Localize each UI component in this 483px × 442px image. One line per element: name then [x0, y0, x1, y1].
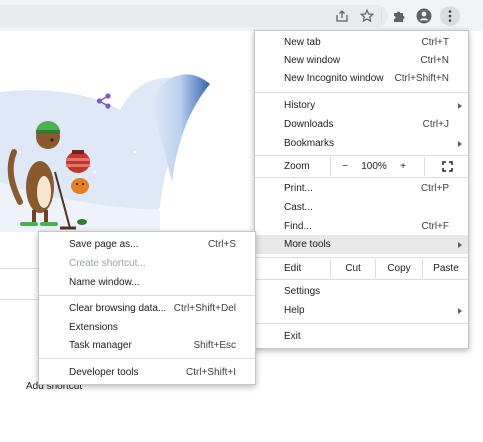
submenu-arrow-icon [458, 241, 462, 248]
share-icon[interactable] [332, 6, 352, 26]
menu-item-label: Print... [284, 183, 313, 194]
menu-item-label: Exit [284, 331, 301, 342]
menu-separator [255, 155, 468, 156]
kebab-menu-icon[interactable] [440, 6, 460, 26]
menu-separator [255, 279, 468, 280]
menu-item-shortcut: Ctrl+P [420, 183, 449, 194]
submenu-item-task-manager[interactable]: Task manager Shift+Esc [39, 336, 255, 355]
menu-item-bookmarks[interactable]: Bookmarks [255, 134, 468, 153]
menu-item-downloads[interactable]: Downloads Ctrl+J [255, 115, 468, 134]
menu-item-shortcut: Ctrl+Shift+I [185, 367, 236, 378]
browser-toolbar [0, 0, 483, 31]
chrome-main-menu: New tab Ctrl+T New window Ctrl+N New Inc… [254, 30, 469, 349]
menu-separator [255, 177, 468, 178]
menu-item-print[interactable]: Print... Ctrl+P [255, 179, 468, 198]
menu-item-shortcut: Ctrl+J [422, 119, 449, 130]
menu-item-label: Clear browsing data... [69, 303, 167, 314]
menu-separator [39, 295, 255, 296]
menu-item-shortcut: Ctrl+T [421, 37, 450, 48]
menu-item-label: Developer tools [69, 367, 139, 378]
menu-item-label: Downloads [284, 119, 334, 130]
menu-row-zoom: Zoom − 100% + [255, 157, 468, 176]
profile-icon[interactable] [414, 6, 434, 26]
menu-item-label: Task manager [69, 340, 132, 351]
zoom-label: Zoom [284, 161, 310, 172]
menu-separator [255, 257, 468, 258]
menu-item-shortcut: Ctrl+Shift+N [394, 73, 449, 84]
menu-item-shortcut: Ctrl+F [421, 221, 450, 232]
submenu-item-extensions[interactable]: Extensions [39, 318, 255, 337]
menu-item-label: Name window... [69, 277, 140, 288]
menu-item-shortcut: Ctrl+S [207, 239, 236, 250]
menu-item-label: Help [284, 305, 305, 316]
menu-item-label: Cast... [284, 202, 313, 213]
submenu-item-name-window[interactable]: Name window... [39, 273, 255, 292]
menu-separator [255, 323, 468, 324]
submenu-item-clear-browsing-data[interactable]: Clear browsing data... Ctrl+Shift+Del [39, 299, 255, 318]
menu-item-new-incognito-window[interactable]: New Incognito window Ctrl+Shift+N [255, 69, 468, 88]
menu-item-shortcut: Shift+Esc [193, 340, 236, 351]
paste-button[interactable]: Paste [423, 259, 469, 278]
menu-item-exit[interactable]: Exit [255, 327, 468, 346]
zoom-level: 100% [361, 161, 387, 172]
menu-separator [39, 358, 255, 359]
menu-item-label: Save page as... [69, 239, 139, 250]
menu-item-label: History [284, 100, 316, 111]
toolbar-divider [381, 10, 382, 22]
menu-item-shortcut: Ctrl+N [420, 55, 449, 66]
menu-item-label: Create shortcut... [69, 258, 146, 269]
menu-item-new-tab[interactable]: New tab Ctrl+T [255, 33, 468, 52]
menu-item-shortcut: Ctrl+Shift+Del [173, 303, 236, 314]
edit-label: Edit [284, 263, 302, 274]
menu-item-label: Find... [284, 221, 312, 232]
share-doodle-icon[interactable] [95, 92, 113, 110]
menu-item-label: More tools [284, 239, 331, 250]
menu-item-label: Settings [284, 286, 321, 297]
submenu-arrow-icon [458, 307, 462, 314]
menu-item-settings[interactable]: Settings [255, 282, 468, 301]
menu-item-label: New tab [284, 37, 321, 48]
menu-item-cast[interactable]: Cast... [255, 198, 468, 217]
submenu-item-save-page[interactable]: Save page as... Ctrl+S [39, 235, 255, 254]
zoom-in-button[interactable]: + [389, 157, 417, 176]
cut-button[interactable]: Cut [331, 259, 375, 278]
menu-item-more-tools[interactable]: More tools [255, 235, 468, 254]
menu-item-new-window[interactable]: New window Ctrl+N [255, 51, 468, 70]
menu-item-label: New window [284, 55, 341, 66]
address-bar[interactable] [0, 5, 388, 27]
menu-item-label: New Incognito window [284, 73, 384, 84]
bookmark-star-icon[interactable] [357, 6, 377, 26]
menu-row-edit: Edit Cut Copy Paste [255, 259, 468, 278]
extensions-icon[interactable] [389, 6, 409, 26]
menu-item-find[interactable]: Find... Ctrl+F [255, 217, 468, 236]
submenu-arrow-icon [458, 140, 462, 147]
menu-item-label: Extensions [69, 322, 118, 333]
menu-item-history[interactable]: History [255, 96, 468, 115]
submenu-item-create-shortcut: Create shortcut... [39, 254, 255, 273]
copy-button[interactable]: Copy [376, 259, 422, 278]
submenu-item-developer-tools[interactable]: Developer tools Ctrl+Shift+I [39, 363, 255, 382]
menu-separator [255, 92, 468, 93]
more-tools-submenu: Save page as... Ctrl+S Create shortcut..… [38, 231, 256, 385]
menu-item-help[interactable]: Help [255, 301, 468, 320]
fullscreen-icon [441, 161, 453, 172]
fullscreen-button[interactable] [425, 157, 469, 176]
submenu-arrow-icon [458, 102, 462, 109]
menu-item-label: Bookmarks [284, 138, 335, 149]
zoom-out-button[interactable]: − [331, 157, 359, 176]
